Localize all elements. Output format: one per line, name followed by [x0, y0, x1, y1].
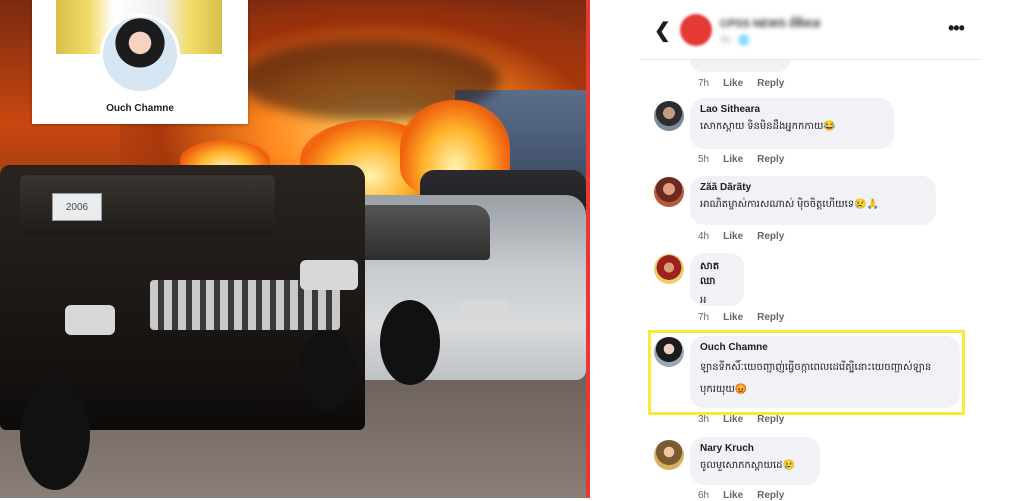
comment-text: ចូលមួសោភកស្ដាយដេ😢 [700, 460, 795, 471]
reply-button[interactable]: Reply [757, 490, 784, 501]
profile-name: Ouch Chamne [106, 103, 174, 114]
reply-button[interactable]: Reply [757, 154, 784, 165]
comment-bubble: Zãã Dãrãty អាណិតម្ចាស់ការសណាស់ ម៉ិចចិត្ត… [690, 176, 936, 225]
post-time: 7h · 🌐 [720, 35, 750, 45]
comment-time: 7h [698, 312, 710, 323]
reply-button[interactable]: Reply [757, 78, 784, 89]
like-button[interactable]: Like [723, 312, 743, 323]
reply-button[interactable]: Reply [757, 312, 784, 323]
tire [20, 380, 90, 490]
comment-actions: 7h Like Reply [698, 312, 784, 323]
comment-text: អ [700, 295, 707, 306]
page-logo[interactable] [680, 14, 712, 46]
divider [586, 0, 590, 498]
silver-car-headlight [460, 300, 510, 322]
comment-actions: 6h Like Reply [698, 490, 784, 501]
comment-text: អាណិតម្ចាស់ការសណាស់ ម៉ិចចិត្តហើយទេ😢🙏 [700, 199, 880, 210]
commenter-name[interactable]: Zãã Dãrãty [700, 182, 926, 193]
like-button[interactable]: Like [723, 231, 743, 242]
suv-headlight [300, 260, 358, 290]
chevron-left-icon[interactable]: ❮ [654, 18, 671, 43]
comment-time: 7h [698, 78, 710, 89]
top-bar: ❮ CPSS NEWS ព័ត៌មាន 7h · 🌐 ••• [640, 0, 980, 60]
avatar[interactable] [654, 177, 684, 207]
commenter-name[interactable]: Nary Kruch [700, 443, 810, 454]
avatar [100, 14, 180, 94]
comment-bubble: សាត ឈា អ [690, 253, 744, 306]
comment-actions: 7h Like Reply [698, 78, 784, 89]
comment-bubble [690, 60, 790, 72]
reply-button[interactable]: Reply [757, 414, 784, 425]
comment-actions: 5h Like Reply [698, 154, 784, 165]
comment-time: 6h [698, 490, 710, 501]
avatar[interactable] [654, 254, 684, 284]
comment-actions: 4h Like Reply [698, 231, 784, 242]
comment-time: 3h [698, 414, 710, 425]
reply-button[interactable]: Reply [757, 231, 784, 242]
suv-headlight [65, 305, 115, 335]
page-name[interactable]: CPSS NEWS ព័ត៌មាន [720, 17, 821, 33]
comment-bubble: Nary Kruch ចូលមួសោភកស្ដាយដេ😢 [690, 437, 820, 485]
avatar[interactable] [654, 101, 684, 131]
news-photo: 2006 Ouch Chamne [0, 0, 586, 498]
comment-text: សោកស្ដាយ ទិនមិនដឹងអ្នកកកាយ😂 [700, 121, 836, 132]
highlight-frame [648, 330, 965, 415]
like-button[interactable]: Like [723, 414, 743, 425]
profile-card: Ouch Chamne [32, 0, 248, 124]
avatar[interactable] [654, 440, 684, 470]
like-button[interactable]: Like [723, 78, 743, 89]
like-button[interactable]: Like [723, 490, 743, 501]
windshield-sticker: 2006 [52, 193, 102, 221]
comment-time: 5h [698, 154, 710, 165]
comments-panel: ❮ CPSS NEWS ព័ត៌មាន 7h · 🌐 ••• 7h Like R… [640, 0, 980, 501]
more-horizontal-icon[interactable]: ••• [948, 18, 965, 39]
tire [300, 330, 355, 410]
comment-time: 4h [698, 231, 710, 242]
tire [380, 300, 440, 385]
commenter-name[interactable]: សាត ឈា [700, 259, 734, 289]
comment-actions: 3h Like Reply [698, 414, 784, 425]
comment-bubble: Lao Sitheara សោកស្ដាយ ទិនមិនដឹងអ្នកកកាយ😂 [690, 98, 894, 149]
commenter-name[interactable]: Lao Sitheara [700, 104, 884, 115]
like-button[interactable]: Like [723, 154, 743, 165]
